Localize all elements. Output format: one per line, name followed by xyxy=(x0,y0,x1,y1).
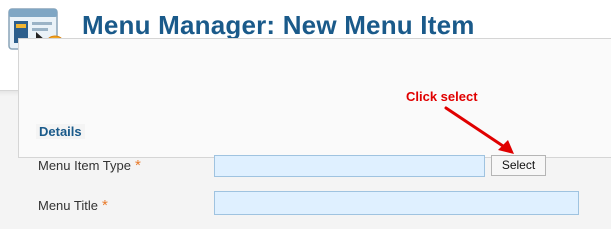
required-marker: * xyxy=(101,197,108,214)
details-fieldset xyxy=(18,38,611,158)
details-legend: Details xyxy=(36,124,85,139)
select-button[interactable]: Select xyxy=(491,155,546,176)
menu-item-type-input[interactable] xyxy=(214,155,485,177)
required-marker: * xyxy=(134,157,141,174)
menu-title-input[interactable] xyxy=(214,191,579,215)
menu-title-label: Menu Title * xyxy=(38,197,108,214)
menu-item-type-label-text: Menu Item Type xyxy=(38,158,131,173)
menu-title-label-text: Menu Title xyxy=(38,198,98,213)
page-title: Menu Manager: New Menu Item xyxy=(82,10,475,40)
menu-item-type-label: Menu Item Type * xyxy=(38,157,141,174)
annotation-arrow-icon xyxy=(440,104,520,156)
annotation-text: Click select xyxy=(406,89,478,104)
